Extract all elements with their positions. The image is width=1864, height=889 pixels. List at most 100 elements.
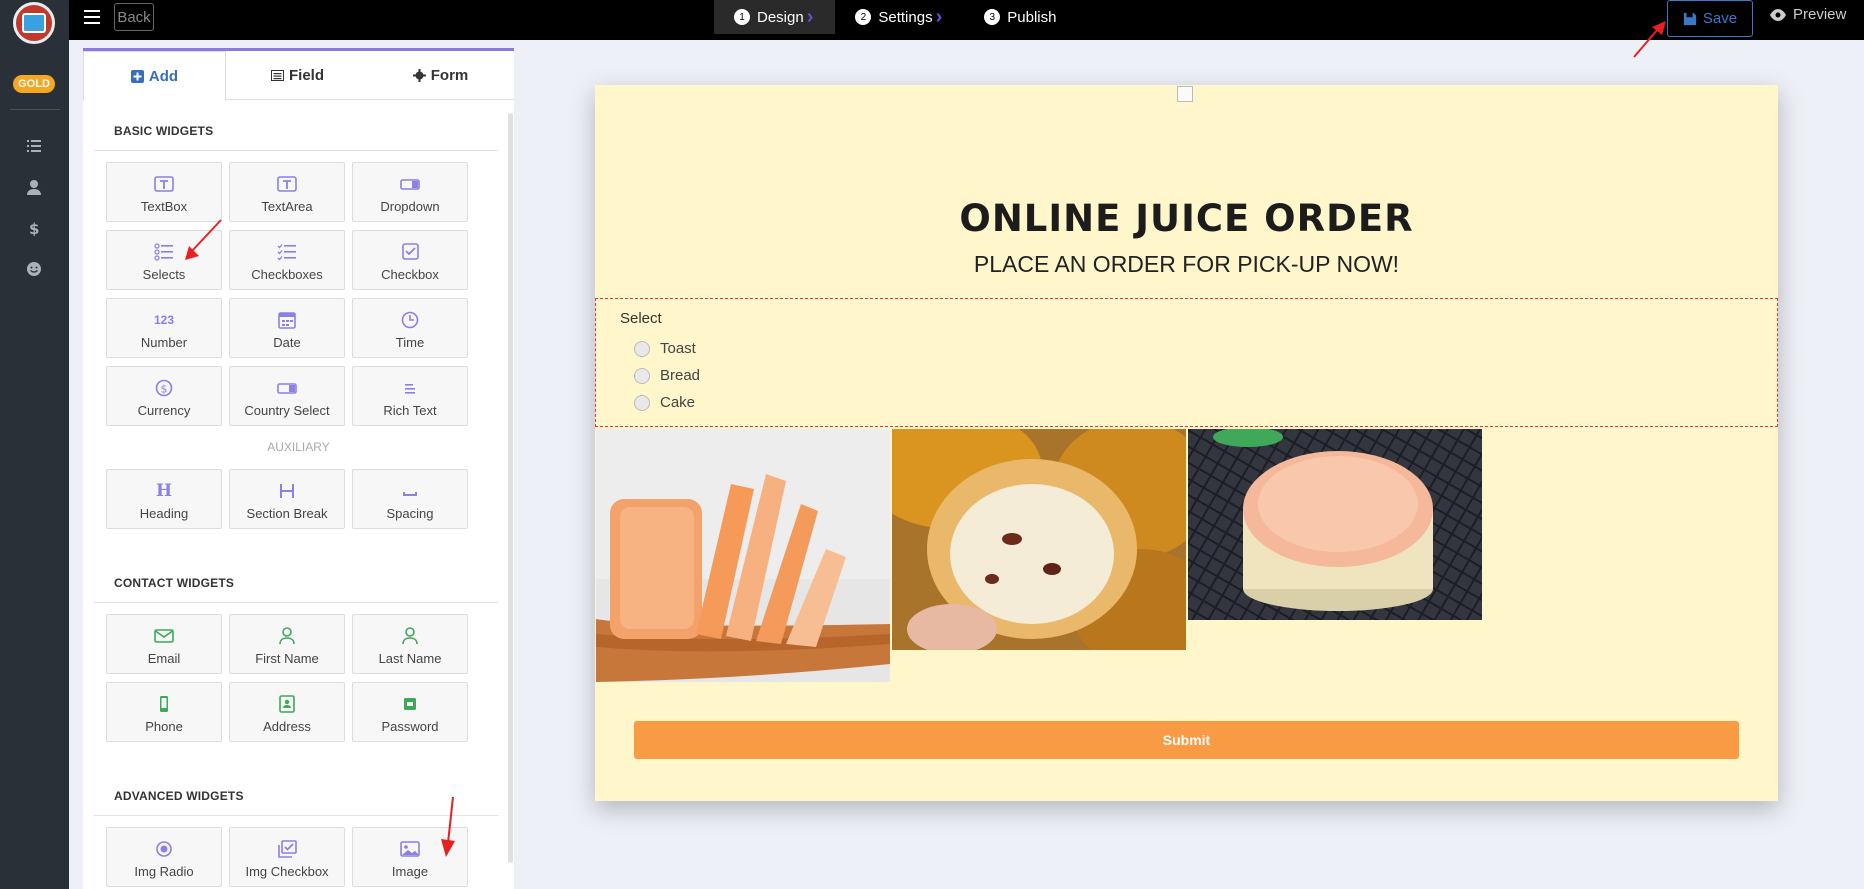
toast-photo [596, 429, 890, 682]
eye-icon [1770, 8, 1786, 21]
widget-label: First Name [255, 651, 319, 666]
step-publish[interactable]: 3 Publish [964, 0, 1078, 34]
cake-photo [1188, 429, 1482, 620]
form-title[interactable]: ONLINE JUICE ORDER [595, 197, 1778, 240]
tab-label: Field [288, 67, 324, 84]
chevron-right-icon: › [935, 6, 943, 28]
widget-label: Checkboxes [251, 267, 323, 282]
widget-label: Img Radio [134, 864, 194, 879]
rich-text-icon [399, 378, 421, 398]
widget-checkboxes[interactable]: Checkboxes [229, 230, 345, 290]
widget-label: Image [391, 864, 429, 879]
widget-label: Date [273, 335, 301, 350]
chevron-right-icon: › [806, 6, 814, 28]
widget-date[interactable]: Date [229, 298, 345, 358]
widget-spacing[interactable]: Spacing [352, 469, 468, 529]
widget-number[interactable]: 123 Number [106, 298, 222, 358]
radio-list-icon [153, 242, 175, 262]
widget-label: Rich Text [383, 403, 437, 418]
step-number: 3 [984, 9, 1001, 25]
widget-label: Heading [139, 506, 189, 521]
select-field[interactable]: Select Toast Bread Cake [595, 298, 1778, 427]
textarea-icon [276, 174, 298, 194]
submit-button[interactable]: Submit [634, 721, 1739, 759]
clock-icon [399, 310, 421, 330]
radio-button[interactable] [634, 340, 650, 357]
address-book-icon [276, 694, 298, 714]
save-button[interactable]: Save [1667, 0, 1753, 37]
widget-rich-text[interactable]: Rich Text [352, 366, 468, 426]
mobile-phone-icon [153, 694, 175, 714]
step-settings[interactable]: 2 Settings › [835, 0, 964, 34]
widget-last-name[interactable]: Last Name [352, 614, 468, 674]
svg-text:$: $ [161, 383, 168, 396]
envelope-icon [153, 626, 175, 646]
option-toast[interactable]: Toast [634, 340, 696, 357]
widget-label: Spacing [386, 506, 434, 521]
hamburger-icon[interactable] [84, 10, 100, 24]
tab-add[interactable]: Add [83, 51, 226, 101]
step-number: 2 [855, 9, 872, 25]
dollar-icon[interactable]: $ [22, 216, 46, 240]
widget-label: Address [263, 719, 311, 734]
tab-field[interactable]: Field [226, 51, 369, 100]
section-divider [94, 815, 498, 816]
form-subtitle[interactable]: PLACE AN ORDER FOR PICK-UP NOW! [595, 251, 1778, 278]
step-label: Settings [878, 8, 933, 26]
step-label: Publish [1007, 8, 1057, 26]
widget-textarea[interactable]: TextArea [229, 162, 345, 222]
widget-address[interactable]: Address [229, 682, 345, 742]
person-icon [276, 626, 298, 646]
checklist-icon [276, 242, 298, 262]
widget-password[interactable]: Password [352, 682, 468, 742]
textbox-icon [153, 174, 175, 194]
heading-icon: H [155, 481, 173, 501]
widget-currency[interactable]: $ Currency [106, 366, 222, 426]
dropdown-icon [399, 174, 421, 194]
select-box-icon [276, 378, 298, 398]
annotation-arrow-save [1633, 21, 1666, 58]
widget-section-break[interactable]: Section Break [229, 469, 345, 529]
basic-widgets-title: BASIC WIDGETS [114, 124, 214, 138]
option-label: Toast [660, 340, 696, 357]
gear-icon [412, 69, 426, 82]
broken-image-icon [1177, 86, 1193, 102]
form-canvas: ONLINE JUICE ORDER PLACE AN ORDER FOR PI… [595, 85, 1778, 801]
widget-label: Email [147, 651, 181, 666]
widget-country-select[interactable]: Country Select [229, 366, 345, 426]
widget-email[interactable]: Email [106, 614, 222, 674]
list-alt-icon [270, 70, 284, 81]
bread-photo [892, 429, 1186, 650]
number-icon: 123 [153, 310, 175, 330]
tab-form[interactable]: Form [369, 51, 512, 100]
user-icon[interactable] [22, 175, 46, 199]
widget-time[interactable]: Time [352, 298, 468, 358]
list-icon[interactable] [22, 134, 46, 158]
widget-checkbox[interactable]: Checkbox [352, 230, 468, 290]
option-bread[interactable]: Bread [634, 367, 700, 384]
back-button[interactable]: Back [114, 3, 154, 31]
preview-button[interactable]: Preview [1769, 6, 1846, 23]
panel-scrollbar[interactable] [508, 113, 513, 863]
tab-label: Form [430, 67, 469, 84]
step-design[interactable]: 1 Design › [714, 0, 836, 34]
widget-img-checkbox[interactable]: Img Checkbox [229, 827, 345, 887]
widget-textbox[interactable]: TextBox [106, 162, 222, 222]
step-number: 1 [734, 9, 750, 25]
radio-button[interactable] [634, 394, 650, 411]
radio-button[interactable] [634, 367, 650, 384]
widget-label: TextBox [140, 199, 188, 214]
widget-phone[interactable]: Phone [106, 682, 222, 742]
annotation-arrow-selects [185, 219, 222, 260]
top-bar: Back 1 Design › 2 Settings › 3 Publish S… [69, 0, 1864, 40]
widget-label: Img Checkbox [245, 864, 329, 879]
widget-heading[interactable]: H Heading [106, 469, 222, 529]
option-cake[interactable]: Cake [634, 394, 695, 411]
number-glyph: 123 [153, 313, 175, 327]
widget-img-radio[interactable]: Img Radio [106, 827, 222, 887]
app-logo[interactable] [13, 2, 55, 44]
widget-first-name[interactable]: First Name [229, 614, 345, 674]
widget-dropdown[interactable]: Dropdown [352, 162, 468, 222]
smiley-icon[interactable] [22, 257, 46, 281]
spacing-icon [399, 481, 421, 501]
